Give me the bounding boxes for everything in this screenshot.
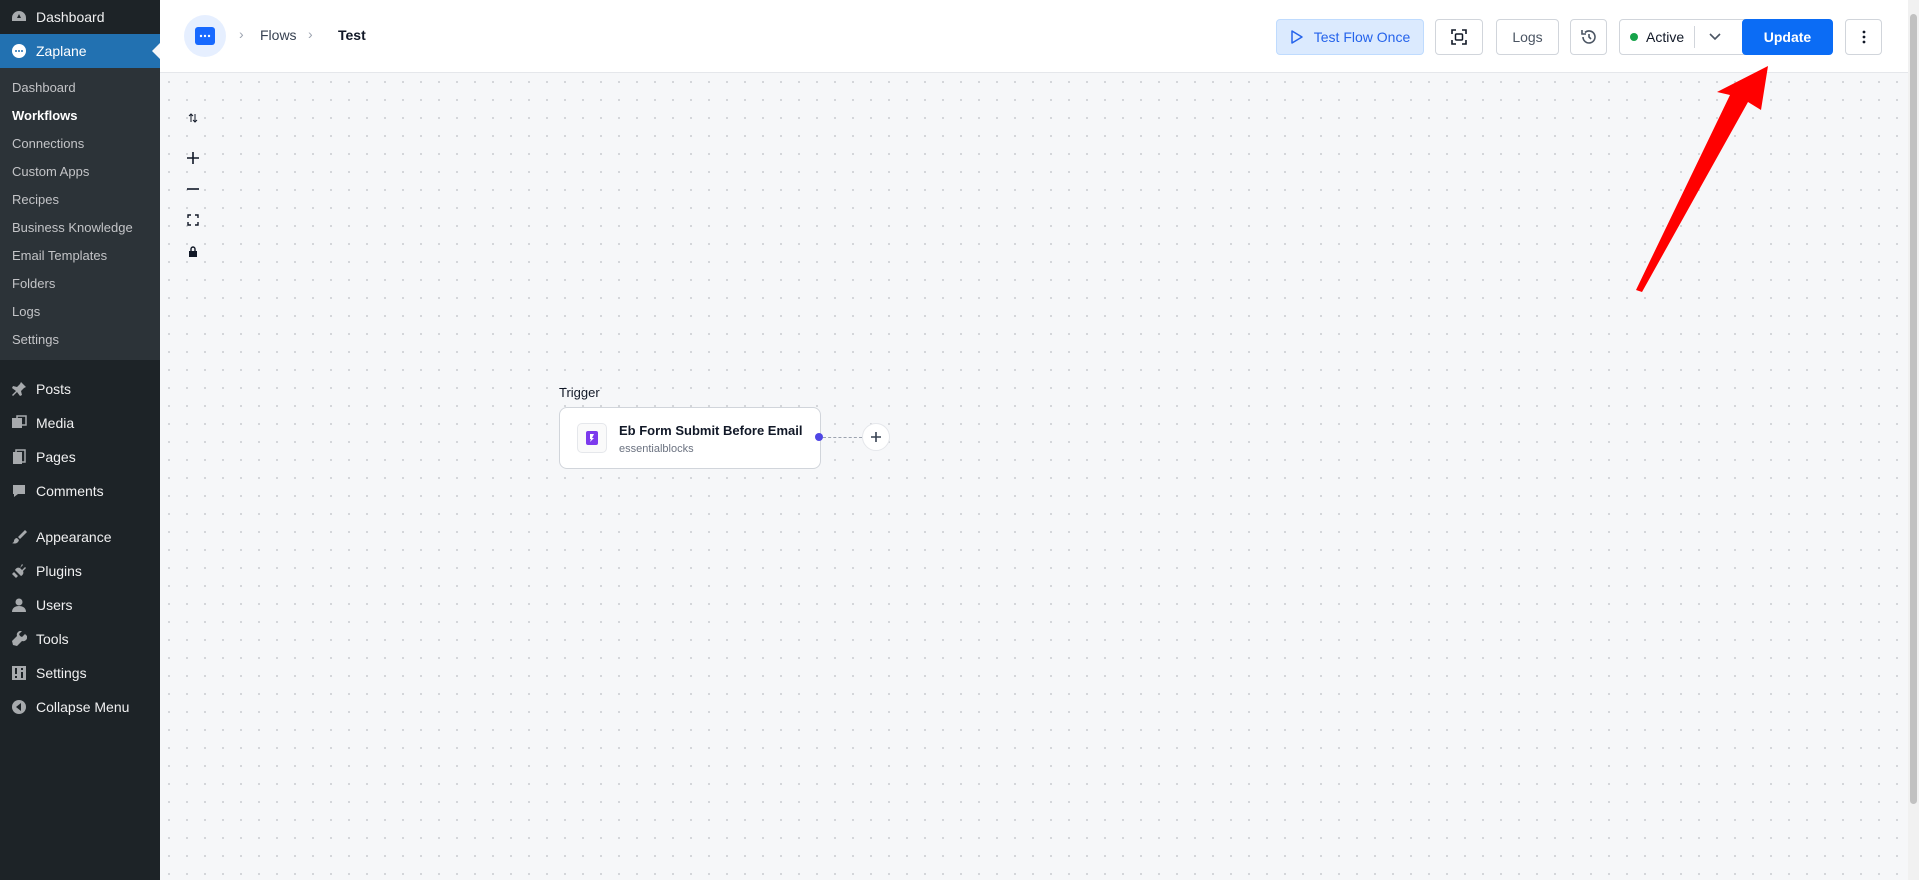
submenu-folders[interactable]: Folders (0, 270, 160, 298)
menu-plugins[interactable]: Plugins (0, 554, 160, 588)
menu-label: Posts (36, 381, 72, 397)
logs-label: Logs (1512, 29, 1543, 45)
submenu-connections[interactable]: Connections (0, 130, 160, 158)
more-options-button[interactable] (1845, 19, 1882, 55)
menu-users[interactable]: Users (0, 588, 160, 622)
screenshot-icon (1451, 29, 1467, 45)
menu-label: Pages (36, 449, 76, 465)
menu-label: Appearance (36, 529, 112, 545)
menu-label: Media (36, 415, 75, 431)
zaplane-logo[interactable] (184, 15, 226, 57)
menu-collapse[interactable]: Collapse Menu (0, 690, 160, 724)
menu-zaplane[interactable]: Zaplane (0, 34, 160, 68)
kebab-icon (1862, 30, 1865, 44)
zaplane-submenu: Dashboard Workflows Connections Custom A… (0, 68, 160, 360)
menu-tools[interactable]: Tools (0, 622, 160, 656)
node-subtitle: essentialblocks (619, 443, 694, 455)
menu-label: Dashboard (36, 9, 105, 25)
trigger-node[interactable]: Eb Form Submit Before Email essentialblo… (559, 407, 821, 469)
submenu-dashboard[interactable]: Dashboard (0, 74, 160, 102)
paintbrush-icon (10, 528, 28, 546)
submenu-workflows[interactable]: Workflows (0, 102, 160, 130)
menu-media[interactable]: Media (0, 406, 160, 440)
breadcrumb-flows[interactable]: Flows (260, 27, 297, 43)
node-title: Eb Form Submit Before Email (619, 423, 803, 438)
menu-comments[interactable]: Comments (0, 474, 160, 508)
update-button[interactable]: Update (1742, 19, 1833, 55)
menu-label: Comments (36, 483, 104, 499)
status-label: Active (1646, 29, 1685, 45)
test-flow-button[interactable]: Test Flow Once (1276, 19, 1424, 55)
essentialblocks-icon (577, 423, 607, 453)
menu-label: Zaplane (36, 43, 87, 59)
comment-icon (10, 482, 28, 500)
update-label: Update (1763, 29, 1812, 45)
pin-icon (10, 380, 28, 398)
plus-icon (871, 432, 881, 442)
submenu-logs[interactable]: Logs (0, 298, 160, 326)
submenu-custom-apps[interactable]: Custom Apps (0, 158, 160, 186)
zaplane-icon (10, 42, 28, 60)
logo-icon (195, 27, 215, 45)
test-flow-label: Test Flow Once (1313, 29, 1411, 45)
status-dot (1630, 33, 1638, 41)
breadcrumb-current: Test (338, 27, 366, 43)
chevron-down-icon[interactable] (1708, 29, 1722, 46)
wrench-icon (10, 630, 28, 648)
sort-icon[interactable] (182, 107, 204, 129)
page-scrollbar[interactable] (1908, 0, 1919, 880)
menu-pages[interactable]: Pages (0, 440, 160, 474)
fit-view-icon[interactable] (182, 209, 204, 231)
play-icon (1291, 30, 1303, 44)
chevron-right-icon: › (239, 26, 244, 42)
node-output-handle[interactable] (815, 433, 823, 441)
admin-sidebar: Dashboard Zaplane Dashboard Workflows Co… (0, 0, 160, 880)
menu-label: Settings (36, 665, 87, 681)
dashboard-icon (10, 8, 28, 26)
zoom-out-icon[interactable] (182, 178, 204, 200)
chevron-right-icon: › (308, 26, 313, 42)
history-button[interactable] (1570, 19, 1607, 55)
menu-settings[interactable]: Settings (0, 656, 160, 690)
connector-edge (823, 437, 862, 438)
flow-header: › Flows › Test Test Flow Once Logs Activ… (160, 0, 1908, 73)
menu-label: Collapse Menu (36, 699, 130, 715)
settings-icon (10, 664, 28, 682)
pages-icon (10, 448, 28, 466)
menu-posts[interactable]: Posts (0, 372, 160, 406)
logs-button[interactable]: Logs (1496, 19, 1559, 55)
collapse-icon (10, 698, 28, 716)
submenu-email-templates[interactable]: Email Templates (0, 242, 160, 270)
submenu-business-knowledge[interactable]: Business Knowledge (0, 214, 160, 242)
screenshot-button[interactable] (1435, 19, 1483, 55)
menu-label: Tools (36, 631, 69, 647)
submenu-recipes[interactable]: Recipes (0, 186, 160, 214)
menu-appearance[interactable]: Appearance (0, 520, 160, 554)
add-step-button[interactable] (862, 423, 890, 451)
history-icon (1580, 30, 1596, 44)
scrollbar-thumb[interactable] (1910, 14, 1917, 804)
menu-label: Users (36, 597, 73, 613)
media-icon (10, 414, 28, 432)
zoom-in-icon[interactable] (182, 147, 204, 169)
menu-dashboard[interactable]: Dashboard (0, 0, 160, 34)
menu-label: Plugins (36, 563, 82, 579)
user-icon (10, 596, 28, 614)
flow-canvas[interactable]: Trigger Eb Form Submit Before Email esse… (160, 73, 1908, 880)
submenu-settings[interactable]: Settings (0, 326, 160, 354)
lock-icon[interactable] (182, 241, 204, 263)
trigger-label: Trigger (559, 385, 600, 400)
plugin-icon (10, 562, 28, 580)
